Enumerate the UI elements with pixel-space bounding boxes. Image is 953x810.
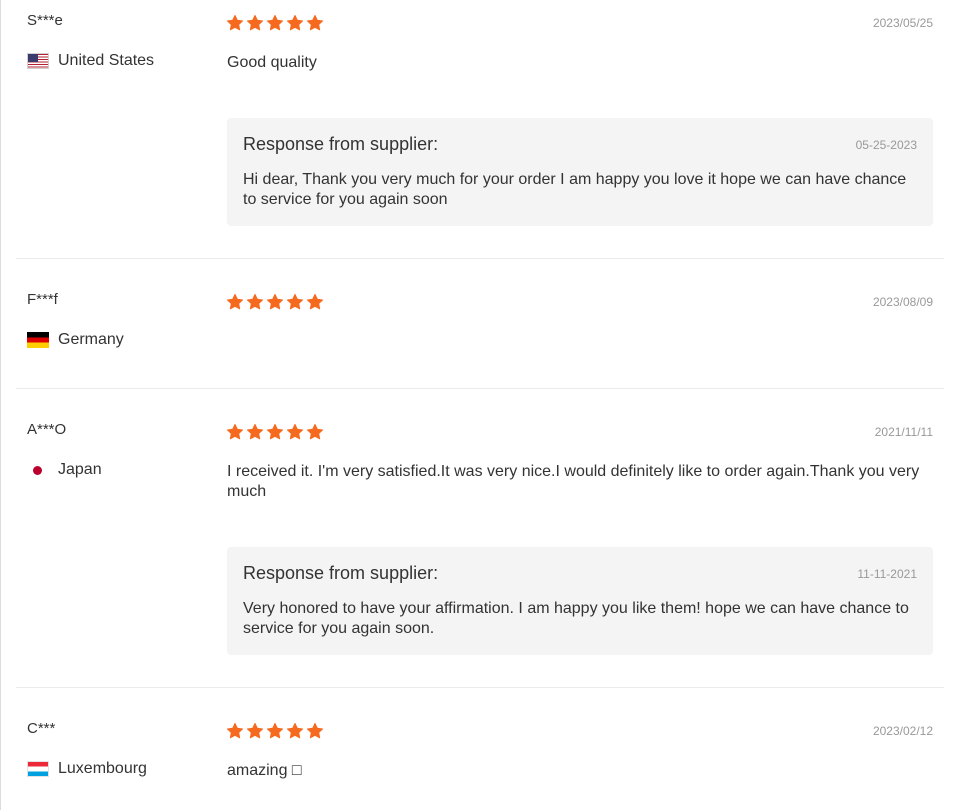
star-icon: [306, 293, 324, 311]
star-icon: [266, 722, 284, 740]
review-text: amazing □: [227, 762, 302, 779]
reviewer-name: F***f: [27, 291, 58, 308]
review-date: 2023/08/09: [872, 295, 933, 309]
reviewer-name: A***O: [27, 421, 67, 438]
review-divider: [16, 388, 944, 389]
star-icon: [266, 423, 284, 441]
star-icon: [246, 423, 264, 441]
supplier-response-text: Very honored to have your affirmation. I…: [243, 600, 909, 637]
star-rating: [226, 14, 326, 32]
supplier-response-title: Response from supplier:: [243, 563, 439, 583]
reviewer-country: Japan: [27, 461, 102, 479]
review-date: 2023/05/25: [872, 16, 933, 30]
country-name: Luxembourg: [58, 760, 147, 777]
review-date: 2021/11/11: [874, 425, 933, 439]
star-icon: [246, 14, 264, 32]
reviewer-name: S***e: [27, 12, 63, 29]
star-icon: [226, 423, 244, 441]
star-icon: [246, 722, 264, 740]
review-divider: [16, 687, 944, 688]
star-rating: [226, 423, 326, 441]
japan-flag-icon: [27, 462, 49, 478]
star-icon: [286, 14, 304, 32]
review-item: F***f Germany 2023/08/09: [16, 279, 944, 388]
star-icon: [226, 14, 244, 32]
supplier-response-date: 11-11-2021: [857, 567, 917, 581]
star-icon: [286, 423, 304, 441]
review-date: 2023/02/12: [872, 724, 933, 738]
germany-flag-icon: [27, 332, 49, 348]
review-item: C*** Luxembourg 2023/02/12 amazing □: [16, 708, 944, 810]
star-rating: [226, 293, 326, 311]
us-flag-icon: [27, 53, 49, 69]
review-item: S***e United States 2023/05/25 Good qual…: [16, 0, 944, 258]
star-icon: [306, 423, 324, 441]
page-left-border: [0, 0, 1, 810]
review-text: I received it. I'm very satisfied.It was…: [227, 463, 920, 500]
star-icon: [306, 14, 324, 32]
star-icon: [246, 293, 264, 311]
supplier-response-title: Response from supplier:: [243, 134, 439, 154]
star-icon: [226, 722, 244, 740]
supplier-response-date: 05-25-2023: [855, 138, 917, 152]
country-name: Germany: [58, 331, 124, 348]
star-icon: [266, 14, 284, 32]
reviewer-country: Germany: [27, 331, 124, 349]
supplier-response-text: Hi dear, Thank you very much for your or…: [243, 171, 907, 208]
star-icon: [306, 722, 324, 740]
country-name: United States: [58, 52, 155, 69]
country-name: Japan: [58, 461, 102, 478]
star-icon: [286, 722, 304, 740]
review-item: A***O Japan 2021/11/11 I received it. I'…: [16, 409, 944, 687]
review-text: Good quality: [227, 54, 317, 71]
supplier-response: Response from supplier: 05-25-2023 Hi de…: [227, 118, 933, 226]
supplier-response: Response from supplier: 11-11-2021 Very …: [227, 547, 933, 655]
reviewer-name: C***: [27, 720, 56, 737]
reviewer-country: Luxembourg: [27, 760, 147, 778]
star-rating: [226, 722, 326, 740]
star-icon: [286, 293, 304, 311]
star-icon: [266, 293, 284, 311]
review-divider: [16, 258, 944, 259]
reviewer-country: United States: [27, 52, 154, 70]
star-icon: [226, 293, 244, 311]
luxembourg-flag-icon: [27, 761, 49, 777]
